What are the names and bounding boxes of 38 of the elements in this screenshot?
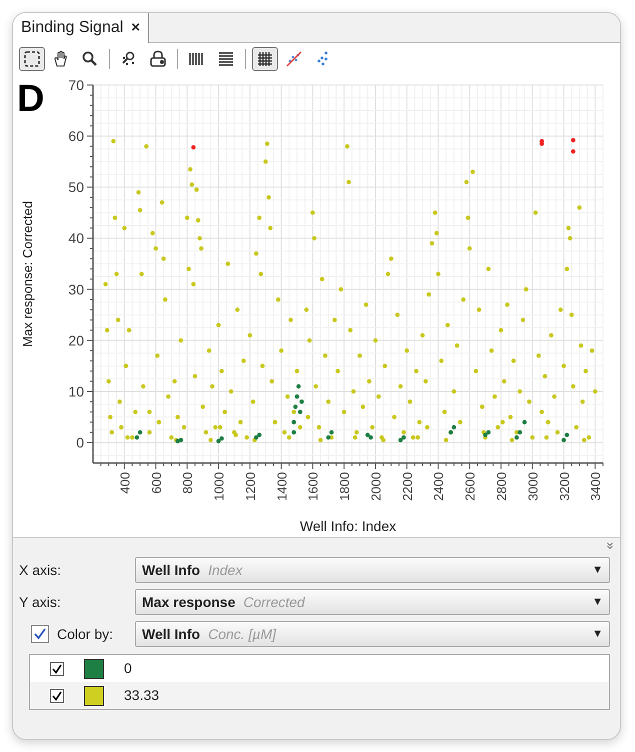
dropdown[interactable]: Max response Corrected ▼ [135, 589, 610, 615]
tick-label: 20 [68, 332, 84, 348]
tick-label: 3400 [588, 472, 604, 501]
tick-label: 3000 [525, 472, 540, 501]
dropdown[interactable]: Well Info Conc. [µM] ▼ [135, 621, 610, 647]
tick-label: 1200 [242, 472, 258, 501]
field-label: X axis: [19, 560, 62, 580]
field-label: Color by: [57, 624, 114, 644]
tick-label: 800 [180, 472, 196, 494]
tick-label: 10 [68, 383, 84, 400]
close-icon[interactable]: × [131, 16, 140, 40]
tick-label: 2000 [368, 472, 384, 501]
tick-label: 2200 [400, 472, 415, 501]
dropdown[interactable]: Well Info Index ▼ [135, 557, 610, 583]
tab[interactable]: Binding Signal × [13, 13, 150, 43]
tick-label: 1400 [274, 472, 290, 501]
tick-label: 2800 [494, 472, 509, 501]
axis-title: Well Info: Index [300, 518, 396, 534]
tick-label: 50 [68, 179, 84, 196]
tick-label: 30 [68, 281, 84, 298]
legend-label: 0 [124, 659, 132, 678]
collapse-icon[interactable]: » [600, 542, 620, 550]
legend-label: 33.33 [124, 686, 160, 705]
tick-label: 70 [68, 77, 84, 93]
tick-label: 1000 [212, 472, 227, 501]
tick-label: 0 [76, 434, 84, 451]
tick-label: 2600 [462, 472, 478, 501]
panel-label: D [17, 78, 44, 120]
tick-label: 1600 [306, 472, 321, 501]
tick-label: 3200 [556, 472, 572, 501]
tick-label: 2400 [431, 472, 446, 501]
tick-label: 400 [117, 472, 132, 494]
field-label: Y axis: [19, 592, 61, 612]
axis-title: Max response: Corrected [20, 201, 35, 347]
tick-label: 600 [148, 472, 164, 494]
tick-label: 60 [68, 128, 84, 144]
tick-label: 1800 [337, 472, 352, 501]
tick-label: 40 [68, 230, 84, 246]
